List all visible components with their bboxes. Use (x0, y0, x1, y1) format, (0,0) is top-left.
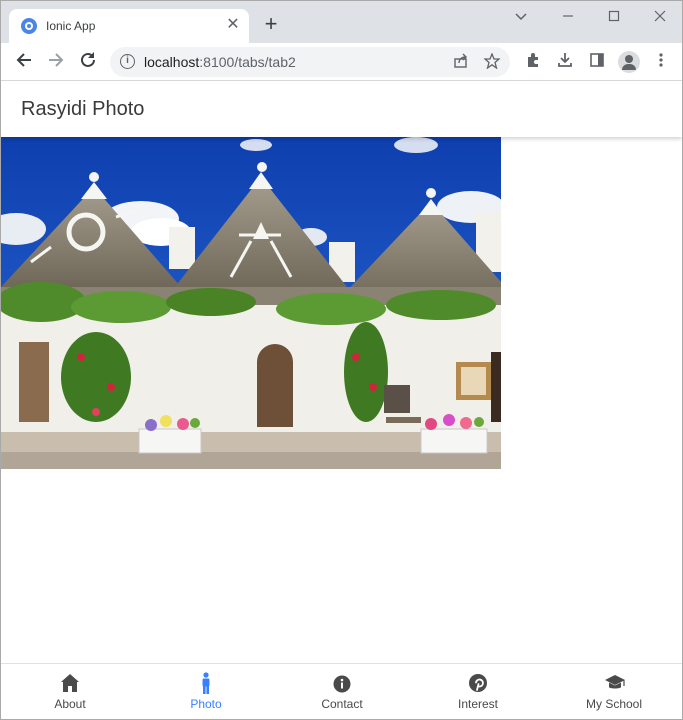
close-tab-icon[interactable]: ✕ (225, 17, 241, 33)
download-icon[interactable] (555, 52, 575, 72)
browser-window: Ionic App ✕ + i localhost:8100/tabs/tab2… (0, 0, 683, 720)
tab-label: Photo (190, 697, 222, 711)
minimize-icon[interactable] (556, 7, 580, 27)
share-icon[interactable] (452, 53, 470, 71)
tab-search-chevron-icon[interactable] (509, 7, 533, 27)
side-panel-icon[interactable] (587, 52, 607, 72)
tab-label: My School (585, 697, 643, 711)
school-icon (604, 672, 625, 694)
maximize-icon[interactable] (602, 7, 626, 27)
tab-my-school[interactable]: My School (546, 664, 682, 719)
tab-strip: Ionic App ✕ + (1, 1, 682, 43)
person-icon (196, 672, 216, 694)
close-window-icon[interactable] (648, 7, 672, 27)
app-header: Rasyidi Photo (1, 81, 682, 137)
url-path: :8100/tabs/tab2 (199, 54, 296, 70)
site-info-icon[interactable]: i (120, 54, 135, 69)
forward-arrow-icon[interactable] (45, 51, 67, 73)
extensions-icon[interactable] (523, 52, 543, 72)
tab-about[interactable]: About (2, 664, 138, 719)
tab-contact[interactable]: Contact (274, 664, 410, 719)
address-bar[interactable]: i localhost:8100/tabs/tab2 (110, 47, 510, 77)
tab-label: Contact (321, 697, 363, 711)
browser-tab[interactable]: Ionic App ✕ (9, 9, 249, 43)
ionic-favicon-icon (21, 18, 37, 34)
pinterest-icon (468, 672, 488, 694)
new-tab-button[interactable]: + (259, 13, 283, 37)
profile-avatar-icon[interactable] (618, 51, 640, 73)
url-host: localhost (144, 54, 200, 70)
reload-icon[interactable] (77, 51, 99, 73)
tab-label: About (54, 697, 86, 711)
page-title: Rasyidi Photo (21, 98, 145, 120)
home-icon (60, 672, 80, 694)
bookmark-star-icon[interactable] (483, 52, 501, 71)
bottom-tab-bar: About Photo Contact Interest My School (1, 663, 682, 719)
menu-kebab-icon[interactable] (651, 52, 671, 72)
browser-toolbar: i localhost:8100/tabs/tab2 (1, 43, 682, 81)
tab-label: Interest (457, 697, 499, 711)
browser-tab-title: Ionic App (46, 19, 96, 33)
trulli-houses-photo (1, 137, 501, 469)
info-icon (332, 672, 352, 694)
tab-interest[interactable]: Interest (410, 664, 546, 719)
tab-photo[interactable]: Photo (138, 664, 274, 719)
url-text[interactable]: localhost:8100/tabs/tab2 (144, 54, 296, 70)
back-arrow-icon[interactable] (13, 51, 35, 73)
